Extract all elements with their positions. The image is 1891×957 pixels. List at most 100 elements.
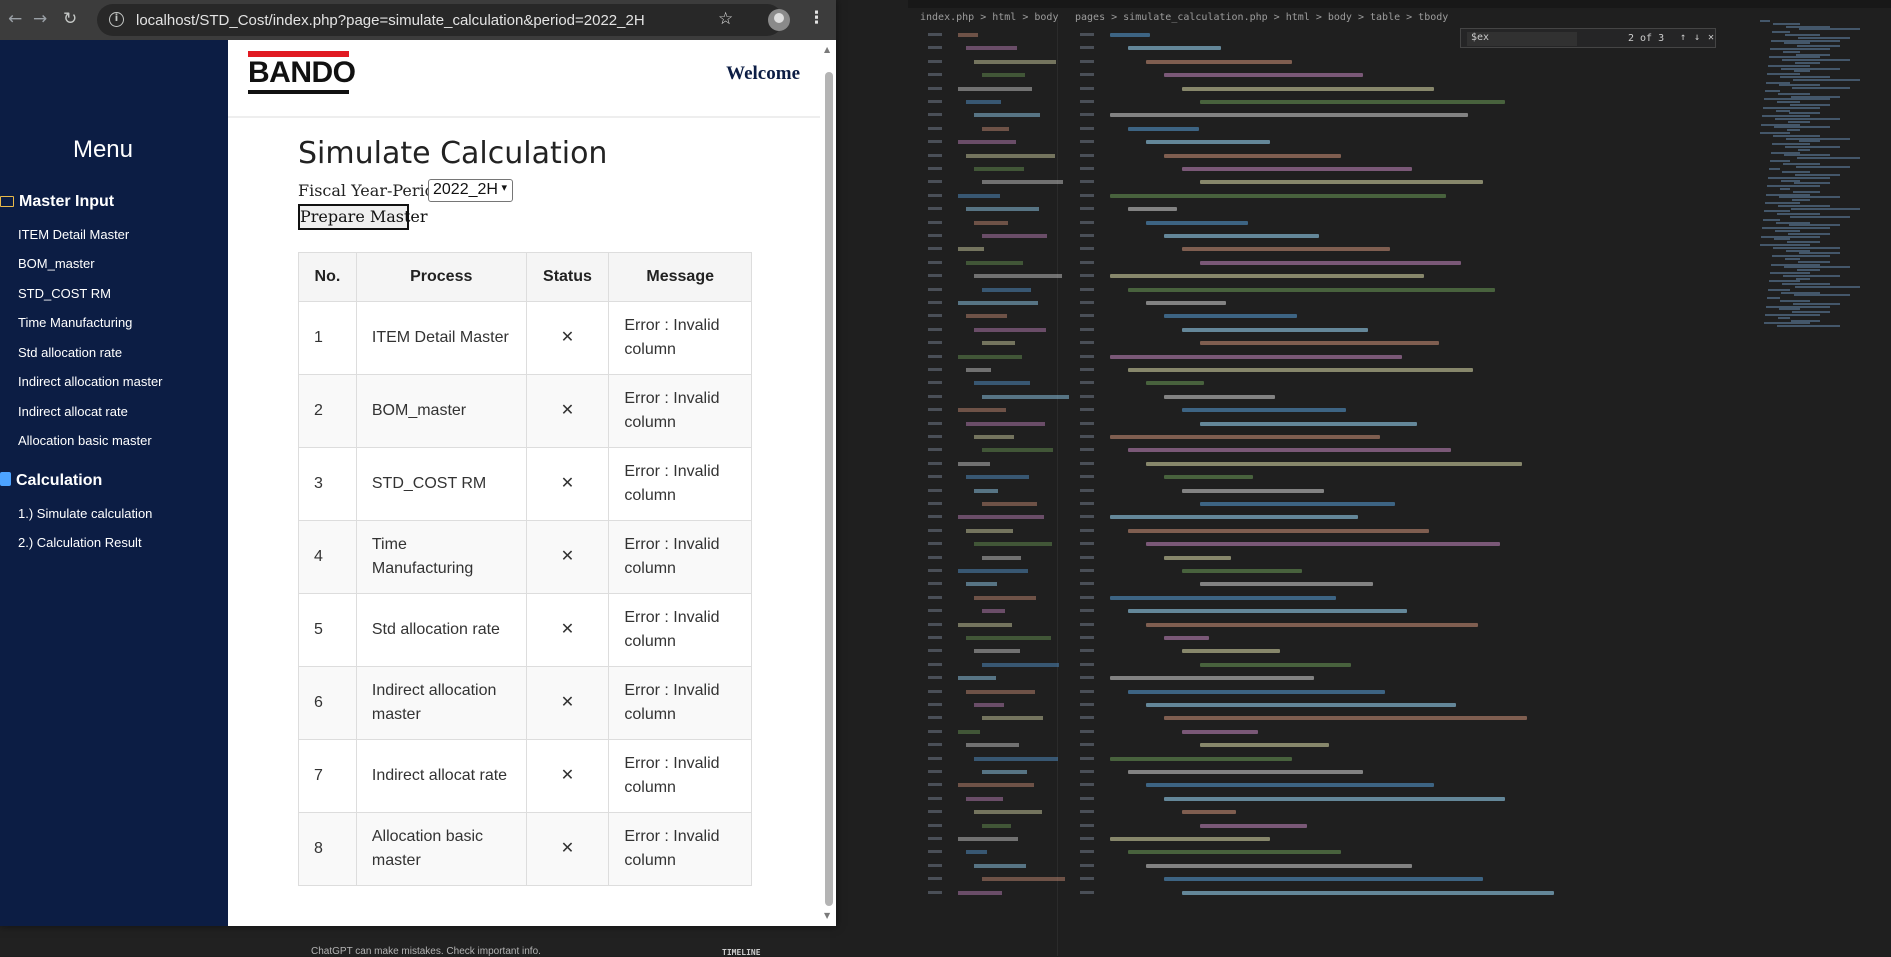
line-number-mark xyxy=(1080,676,1094,680)
minimap-line xyxy=(1760,20,1770,22)
code-line xyxy=(958,140,1016,145)
code-line xyxy=(958,247,984,252)
minimap-line xyxy=(1764,98,1830,101)
profile-avatar[interactable] xyxy=(768,9,790,31)
minimap-line xyxy=(1796,165,1850,168)
line-number-mark xyxy=(1080,716,1094,720)
site-info-icon[interactable]: i xyxy=(109,12,124,27)
minimap-line xyxy=(1782,283,1830,286)
folder-icon xyxy=(0,196,14,207)
explorer-panel xyxy=(830,20,908,956)
minimap[interactable] xyxy=(1760,20,1885,340)
line-number-mark xyxy=(1080,729,1094,733)
code-line xyxy=(966,475,1029,480)
minimap-line xyxy=(1775,118,1840,120)
find-prev-icon[interactable]: ↑ xyxy=(1680,32,1686,43)
line-number-mark xyxy=(928,810,942,814)
scroll-thumb[interactable] xyxy=(825,72,833,906)
minimap-line xyxy=(1760,132,1790,134)
browser-menu-icon[interactable]: ⋮ xyxy=(808,8,825,28)
code-line xyxy=(966,850,987,855)
url-text[interactable]: localhost/STD_Cost/index.php?page=simula… xyxy=(136,12,645,29)
forward-icon[interactable]: → xyxy=(33,9,47,29)
period-select[interactable]: 2022_2H ▾ xyxy=(428,179,513,202)
page-scrollbar[interactable]: ▲ ▼ xyxy=(821,40,836,926)
welcome-text: Welcome xyxy=(726,63,800,84)
cell-process: Allocation basic master xyxy=(355,812,527,886)
minimap-line xyxy=(1777,325,1840,328)
minimap-line xyxy=(1783,162,1820,165)
line-number-mark xyxy=(1080,234,1094,237)
line-number-mark xyxy=(1080,877,1094,881)
minimap-line xyxy=(1785,146,1840,148)
code-line xyxy=(966,743,1019,748)
line-number-mark xyxy=(928,636,942,639)
sidebar-item-std-cost-rm[interactable]: STD_COST RM xyxy=(18,286,111,301)
bookmark-star-icon[interactable]: ☆ xyxy=(718,9,733,29)
reload-icon[interactable]: ↻ xyxy=(63,9,77,29)
cell-process: Std allocation rate xyxy=(355,593,527,667)
code-line xyxy=(958,622,1012,627)
sidebar-item-time-manufacturing[interactable]: Time Manufacturing xyxy=(18,315,132,330)
line-number-mark xyxy=(1080,167,1094,170)
line-number-mark xyxy=(928,140,942,144)
address-bar[interactable]: i localhost/STD_Cost/index.php?page=simu… xyxy=(97,4,783,36)
line-number-mark xyxy=(928,247,942,251)
line-number-mark xyxy=(928,555,942,559)
cell-no: 3 xyxy=(298,447,357,521)
code-line xyxy=(958,301,1038,305)
code-line xyxy=(966,314,1007,319)
back-icon[interactable]: ← xyxy=(8,9,22,29)
minimap-line xyxy=(1769,168,1780,171)
sidebar-item-indirect-allocation-master[interactable]: Indirect allocation master xyxy=(18,374,163,389)
code-line xyxy=(1128,850,1341,855)
code-line xyxy=(1200,341,1439,346)
sidebar-item-indirect-allocat-rate[interactable]: Indirect allocat rate xyxy=(18,404,128,419)
sidebar-item-std-allocation-rate[interactable]: Std allocation rate xyxy=(18,345,122,360)
code-line xyxy=(982,287,1031,292)
breadcrumb-left[interactable]: index.php > html > body xyxy=(920,12,1058,23)
code-line xyxy=(1146,863,1412,868)
scroll-up-icon[interactable]: ▲ xyxy=(824,45,830,54)
minimap-line xyxy=(1792,311,1830,314)
minimap-line xyxy=(1782,171,1810,174)
minimap-line xyxy=(1797,157,1860,160)
minimap-line xyxy=(1797,269,1820,272)
sidebar-item-simulate-calculation[interactable]: 1.) Simulate calculation xyxy=(18,506,152,521)
code-line xyxy=(1164,475,1253,480)
cell-process: BOM_master xyxy=(355,374,527,448)
sidebar-item-bom-master[interactable]: BOM_master xyxy=(18,256,95,271)
code-line xyxy=(1128,689,1385,694)
code-line xyxy=(1182,86,1434,91)
line-number-mark xyxy=(928,542,942,546)
minimap-line xyxy=(1781,179,1800,182)
line-number-mark xyxy=(928,341,942,345)
find-widget[interactable]: $ex 2 of 3 ↑ ↓ ✕ xyxy=(1460,28,1716,48)
sidebar-item-allocation-basic-master[interactable]: Allocation basic master xyxy=(18,433,152,448)
code-line xyxy=(974,488,998,493)
find-input[interactable]: $ex xyxy=(1467,32,1577,46)
line-number-mark xyxy=(928,582,942,586)
prepare-master-button[interactable]: Prepare Master xyxy=(298,204,428,230)
minimap-line xyxy=(1795,62,1820,64)
sidebar-item-calculation-result[interactable]: 2.) Calculation Result xyxy=(18,535,142,550)
code-line xyxy=(958,515,1044,520)
scroll-down-icon[interactable]: ▼ xyxy=(824,911,830,920)
line-number-mark xyxy=(928,46,942,50)
bando-logo[interactable]: BANDO xyxy=(248,51,356,95)
line-number-mark xyxy=(928,488,942,492)
code-line xyxy=(1128,609,1407,614)
breadcrumb-right[interactable]: pages > simulate_calculation.php > html … xyxy=(1075,12,1448,23)
minimap-line xyxy=(1779,308,1800,311)
line-number-mark xyxy=(928,207,942,211)
find-close-icon[interactable]: ✕ xyxy=(1708,32,1714,43)
code-line xyxy=(974,863,1026,868)
minimap-line xyxy=(1793,190,1820,193)
line-number-mark xyxy=(928,850,942,854)
code-line xyxy=(1146,301,1226,305)
line-number-mark xyxy=(1080,595,1094,599)
find-next-icon[interactable]: ↓ xyxy=(1694,32,1700,43)
code-line xyxy=(966,636,1051,640)
code-line xyxy=(1182,810,1236,815)
sidebar-item-item-detail-master[interactable]: ITEM Detail Master xyxy=(18,227,129,242)
